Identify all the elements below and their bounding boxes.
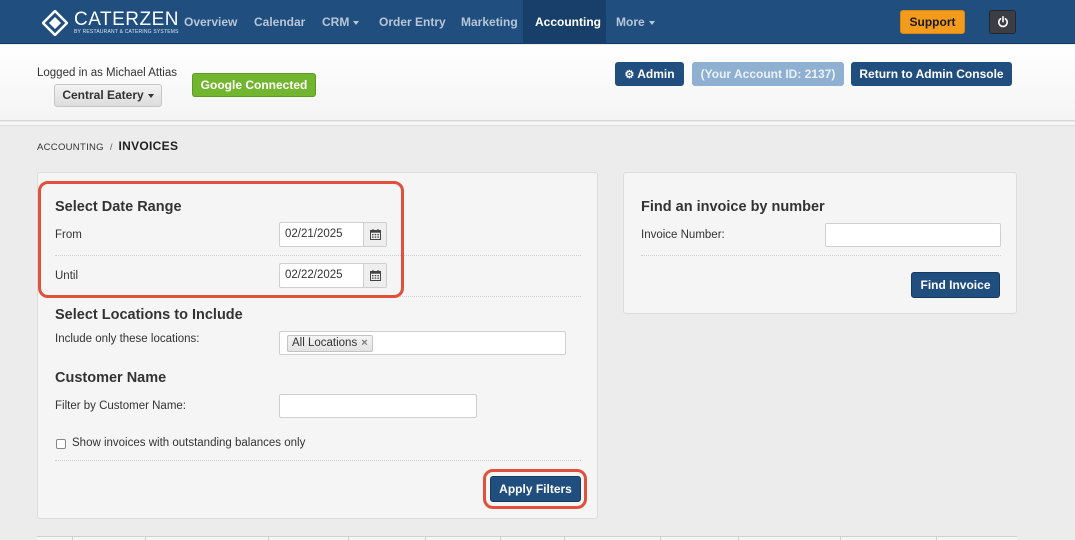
invoice-table-header — [37, 536, 1017, 540]
chevron-down-icon — [147, 93, 154, 98]
find-invoice-title: Find an invoice by number — [641, 199, 825, 215]
caterzen-logo[interactable]: CATERZEN by RESTAURANT & CATERING SYSTEM… — [41, 9, 179, 37]
account-id-badge: (Your Account ID: 2137) — [692, 62, 844, 86]
invoice-number-input[interactable] — [825, 223, 1001, 247]
nav-overview[interactable]: Overview — [184, 0, 237, 44]
power-icon — [997, 16, 1008, 28]
locations-title: Select Locations to Include — [55, 307, 243, 323]
chevron-down-icon — [353, 20, 360, 25]
nav-order-entry[interactable]: Order Entry — [379, 0, 446, 44]
caterzen-logo-icon — [41, 9, 69, 37]
logged-in-text: Logged in as Michael Attias — [37, 67, 178, 79]
find-invoice-button[interactable]: Find Invoice — [911, 272, 1000, 298]
brand-tagline: by RESTAURANT & CATERING SYSTEMS — [74, 29, 179, 35]
breadcrumb-accounting[interactable]: ACCOUNTING — [37, 142, 104, 153]
google-connected-button[interactable]: Google Connected — [192, 73, 316, 97]
page-title: INVOICES — [118, 139, 179, 153]
locations-label: Include only these locations: — [55, 333, 200, 345]
nav-accounting[interactable]: Accounting — [523, 0, 606, 44]
apply-filters-highlight — [483, 469, 587, 509]
support-button[interactable]: Support — [900, 10, 965, 34]
invoice-number-label: Invoice Number: — [641, 229, 725, 241]
find-invoice-panel: Find an invoice by number Invoice Number… — [623, 172, 1017, 314]
nav-crm[interactable]: CRM — [322, 0, 360, 44]
logout-button[interactable] — [989, 10, 1016, 34]
outstanding-balance-label: Show invoices with outstanding balances … — [72, 437, 306, 449]
date-range-highlight — [38, 181, 404, 298]
location-chip: All Locations × — [287, 335, 373, 352]
nav-more[interactable]: More — [616, 0, 655, 44]
top-navbar: CATERZEN by RESTAURANT & CATERING SYSTEM… — [0, 0, 1075, 44]
return-admin-console-button[interactable]: Return to Admin Console — [851, 62, 1012, 86]
admin-button[interactable]: ⚙ Admin — [615, 62, 684, 86]
breadcrumb: ACCOUNTING / INVOICES — [37, 139, 179, 153]
customer-name-label: Filter by Customer Name: — [55, 400, 187, 412]
outstanding-balance-checkbox[interactable] — [56, 439, 66, 449]
remove-chip-icon[interactable]: × — [361, 336, 367, 351]
nav-marketing[interactable]: Marketing — [461, 0, 518, 44]
gear-icon: ⚙ — [624, 69, 635, 81]
nav-calendar[interactable]: Calendar — [254, 0, 305, 44]
chevron-down-icon — [648, 20, 655, 25]
locations-multiselect[interactable]: All Locations × — [279, 331, 566, 355]
customer-name-input[interactable] — [279, 394, 477, 418]
location-select[interactable]: Central Eatery — [54, 84, 162, 107]
brand-name: CATERZEN — [74, 9, 179, 30]
customer-name-title: Customer Name — [55, 370, 167, 386]
